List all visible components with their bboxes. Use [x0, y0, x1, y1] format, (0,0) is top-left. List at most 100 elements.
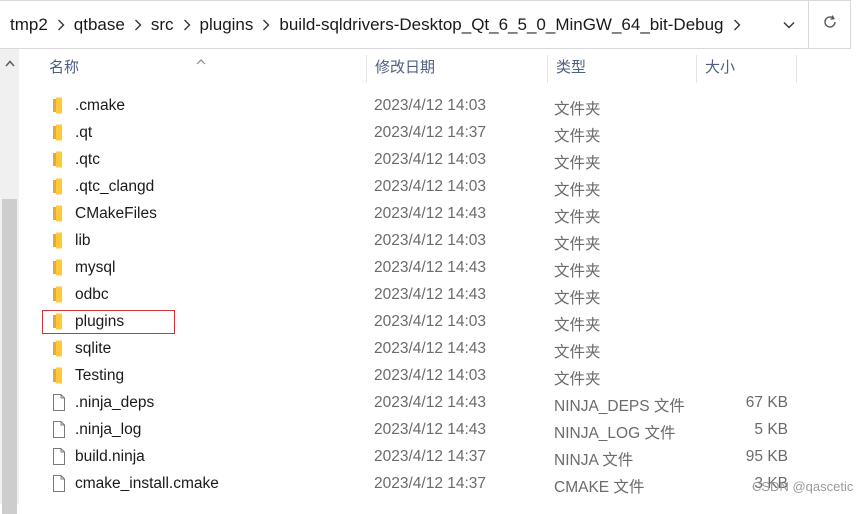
file-size: 95 KB — [745, 448, 788, 465]
column-header-date[interactable]: 修改日期 — [367, 49, 547, 89]
file-type: CMAKE 文件 — [554, 479, 645, 496]
folder-icon — [52, 97, 66, 114]
file-type: 文件夹 — [554, 155, 601, 172]
file-date: 2023/4/12 14:43 — [374, 205, 487, 222]
file-name: odbc — [75, 286, 109, 303]
file-type: 文件夹 — [554, 128, 601, 145]
list-item[interactable]: .ninja_deps 2023/4/12 14:43 NINJA_DEPS 文件 6… — [19, 389, 867, 416]
file-name: .cmake — [75, 97, 125, 114]
file-name: CMakeFiles — [75, 205, 157, 222]
list-item[interactable]: .cmake 2023/4/12 14:03 文件夹 — [19, 92, 867, 119]
file-name: .ninja_log — [75, 421, 142, 438]
file-date: 2023/4/12 14:37 — [374, 475, 487, 492]
file-type: NINJA_DEPS 文件 — [554, 398, 685, 415]
watermark: CSDN @qascetic — [752, 479, 854, 494]
folder-icon — [52, 205, 66, 222]
scrollbar-thumb[interactable] — [2, 199, 17, 514]
file-type: 文件夹 — [554, 371, 601, 388]
file-list: .cmake 2023/4/12 14:03 文件夹 .qt 2023/4/12 14… — [19, 92, 867, 497]
folder-icon — [52, 151, 66, 168]
chevron-right-icon[interactable] — [48, 19, 74, 31]
file-date: 2023/4/12 14:37 — [374, 448, 487, 465]
file-date: 2023/4/12 14:43 — [374, 259, 487, 276]
file-name: Testing — [75, 367, 125, 384]
file-date: 2023/4/12 14:43 — [374, 340, 487, 357]
address-history-dropdown[interactable] — [770, 1, 808, 48]
file-type: 文件夹 — [554, 101, 601, 118]
list-item[interactable]: lib 2023/4/12 14:03 文件夹 — [19, 227, 867, 254]
file-date: 2023/4/12 14:37 — [374, 124, 487, 141]
list-item[interactable]: CMakeFiles 2023/4/12 14:43 文件夹 — [19, 200, 867, 227]
list-item[interactable]: odbc 2023/4/12 14:43 文件夹 — [19, 281, 867, 308]
column-header-type[interactable]: 类型 — [548, 49, 696, 89]
file-date: 2023/4/12 14:03 — [374, 97, 487, 114]
chevron-down-icon — [783, 16, 795, 34]
chevron-right-icon[interactable] — [724, 19, 750, 31]
file-date: 2023/4/12 14:03 — [374, 313, 487, 330]
list-item[interactable]: .ninja_log 2023/4/12 14:43 NINJA_LOG 文件 5 K… — [19, 416, 867, 443]
file-name: .qtc_clangd — [75, 178, 155, 195]
column-header-size[interactable]: 大小 — [697, 49, 796, 89]
file-type: 文件夹 — [554, 182, 601, 199]
refresh-icon — [822, 14, 838, 35]
sort-ascending-icon — [196, 52, 206, 70]
folder-icon — [52, 124, 66, 141]
chevron-right-icon[interactable] — [174, 19, 200, 31]
file-type: 文件夹 — [554, 263, 601, 280]
list-item[interactable]: sqlite 2023/4/12 14:43 文件夹 — [19, 335, 867, 362]
file-name: cmake_install.cmake — [75, 475, 219, 492]
list-item[interactable]: cmake_install.cmake 2023/4/12 14:37 CMAKE … — [19, 470, 867, 497]
breadcrumb-item-plugins[interactable]: plugins — [200, 15, 254, 35]
refresh-button[interactable] — [809, 0, 851, 49]
column-divider[interactable] — [796, 55, 797, 83]
file-name: sqlite — [75, 340, 112, 357]
chevron-right-icon[interactable] — [253, 19, 279, 31]
file-date: 2023/4/12 14:03 — [374, 151, 487, 168]
file-type: NINJA_LOG 文件 — [554, 425, 676, 442]
breadcrumb-item-src[interactable]: src — [151, 15, 174, 35]
file-date: 2023/4/12 14:03 — [374, 232, 487, 249]
file-icon — [52, 394, 66, 411]
file-size: 67 KB — [745, 394, 788, 411]
file-date: 2023/4/12 14:03 — [374, 178, 487, 195]
file-name: .qt — [75, 124, 93, 141]
breadcrumb-item-qtbase[interactable]: qtbase — [74, 15, 125, 35]
list-item[interactable]: .qtc_clangd 2023/4/12 14:03 文件夹 — [19, 173, 867, 200]
address-bar[interactable]: tmp2 qtbase src plugins build-sqldrivers… — [0, 0, 809, 49]
file-type: NINJA 文件 — [554, 452, 634, 469]
file-icon — [52, 448, 66, 465]
file-type: 文件夹 — [554, 209, 601, 226]
file-type: 文件夹 — [554, 236, 601, 253]
highlight-box — [42, 310, 175, 334]
folder-icon — [52, 286, 66, 303]
chevron-right-icon[interactable] — [125, 19, 151, 31]
vertical-scrollbar[interactable] — [0, 49, 19, 514]
file-type: 文件夹 — [554, 344, 601, 361]
search-box-edge[interactable] — [851, 0, 867, 49]
list-item[interactable]: .qt 2023/4/12 14:37 文件夹 — [19, 119, 867, 146]
file-size: 5 KB — [754, 421, 788, 438]
folder-icon — [52, 340, 66, 357]
file-type: 文件夹 — [554, 317, 601, 334]
list-item[interactable]: build.ninja 2023/4/12 14:37 NINJA 文件 95 KB — [19, 443, 867, 470]
file-name: build.ninja — [75, 448, 145, 465]
file-date: 2023/4/12 14:03 — [374, 367, 487, 384]
breadcrumb-item-current[interactable]: build-sqldrivers-Desktop_Qt_6_5_0_MinGW_… — [279, 15, 723, 35]
folder-icon — [52, 259, 66, 276]
scroll-up-arrow-icon[interactable] — [0, 55, 19, 71]
breadcrumb-item-tmp2[interactable]: tmp2 — [10, 15, 48, 35]
file-name: lib — [75, 232, 91, 249]
breadcrumb: tmp2 qtbase src plugins build-sqldrivers… — [10, 15, 750, 35]
file-date: 2023/4/12 14:43 — [374, 394, 487, 411]
file-icon — [52, 475, 66, 492]
column-header: 名称 修改日期 类型 大小 — [19, 49, 867, 89]
file-type: 文件夹 — [554, 290, 601, 307]
file-name: .ninja_deps — [75, 394, 155, 411]
folder-icon — [52, 232, 66, 249]
file-date: 2023/4/12 14:43 — [374, 286, 487, 303]
list-item[interactable]: mysql 2023/4/12 14:43 文件夹 — [19, 254, 867, 281]
list-item[interactable]: .qtc 2023/4/12 14:03 文件夹 — [19, 146, 867, 173]
list-item[interactable]: Testing 2023/4/12 14:03 文件夹 — [19, 362, 867, 389]
file-name: mysql — [75, 259, 116, 276]
file-date: 2023/4/12 14:43 — [374, 421, 487, 438]
